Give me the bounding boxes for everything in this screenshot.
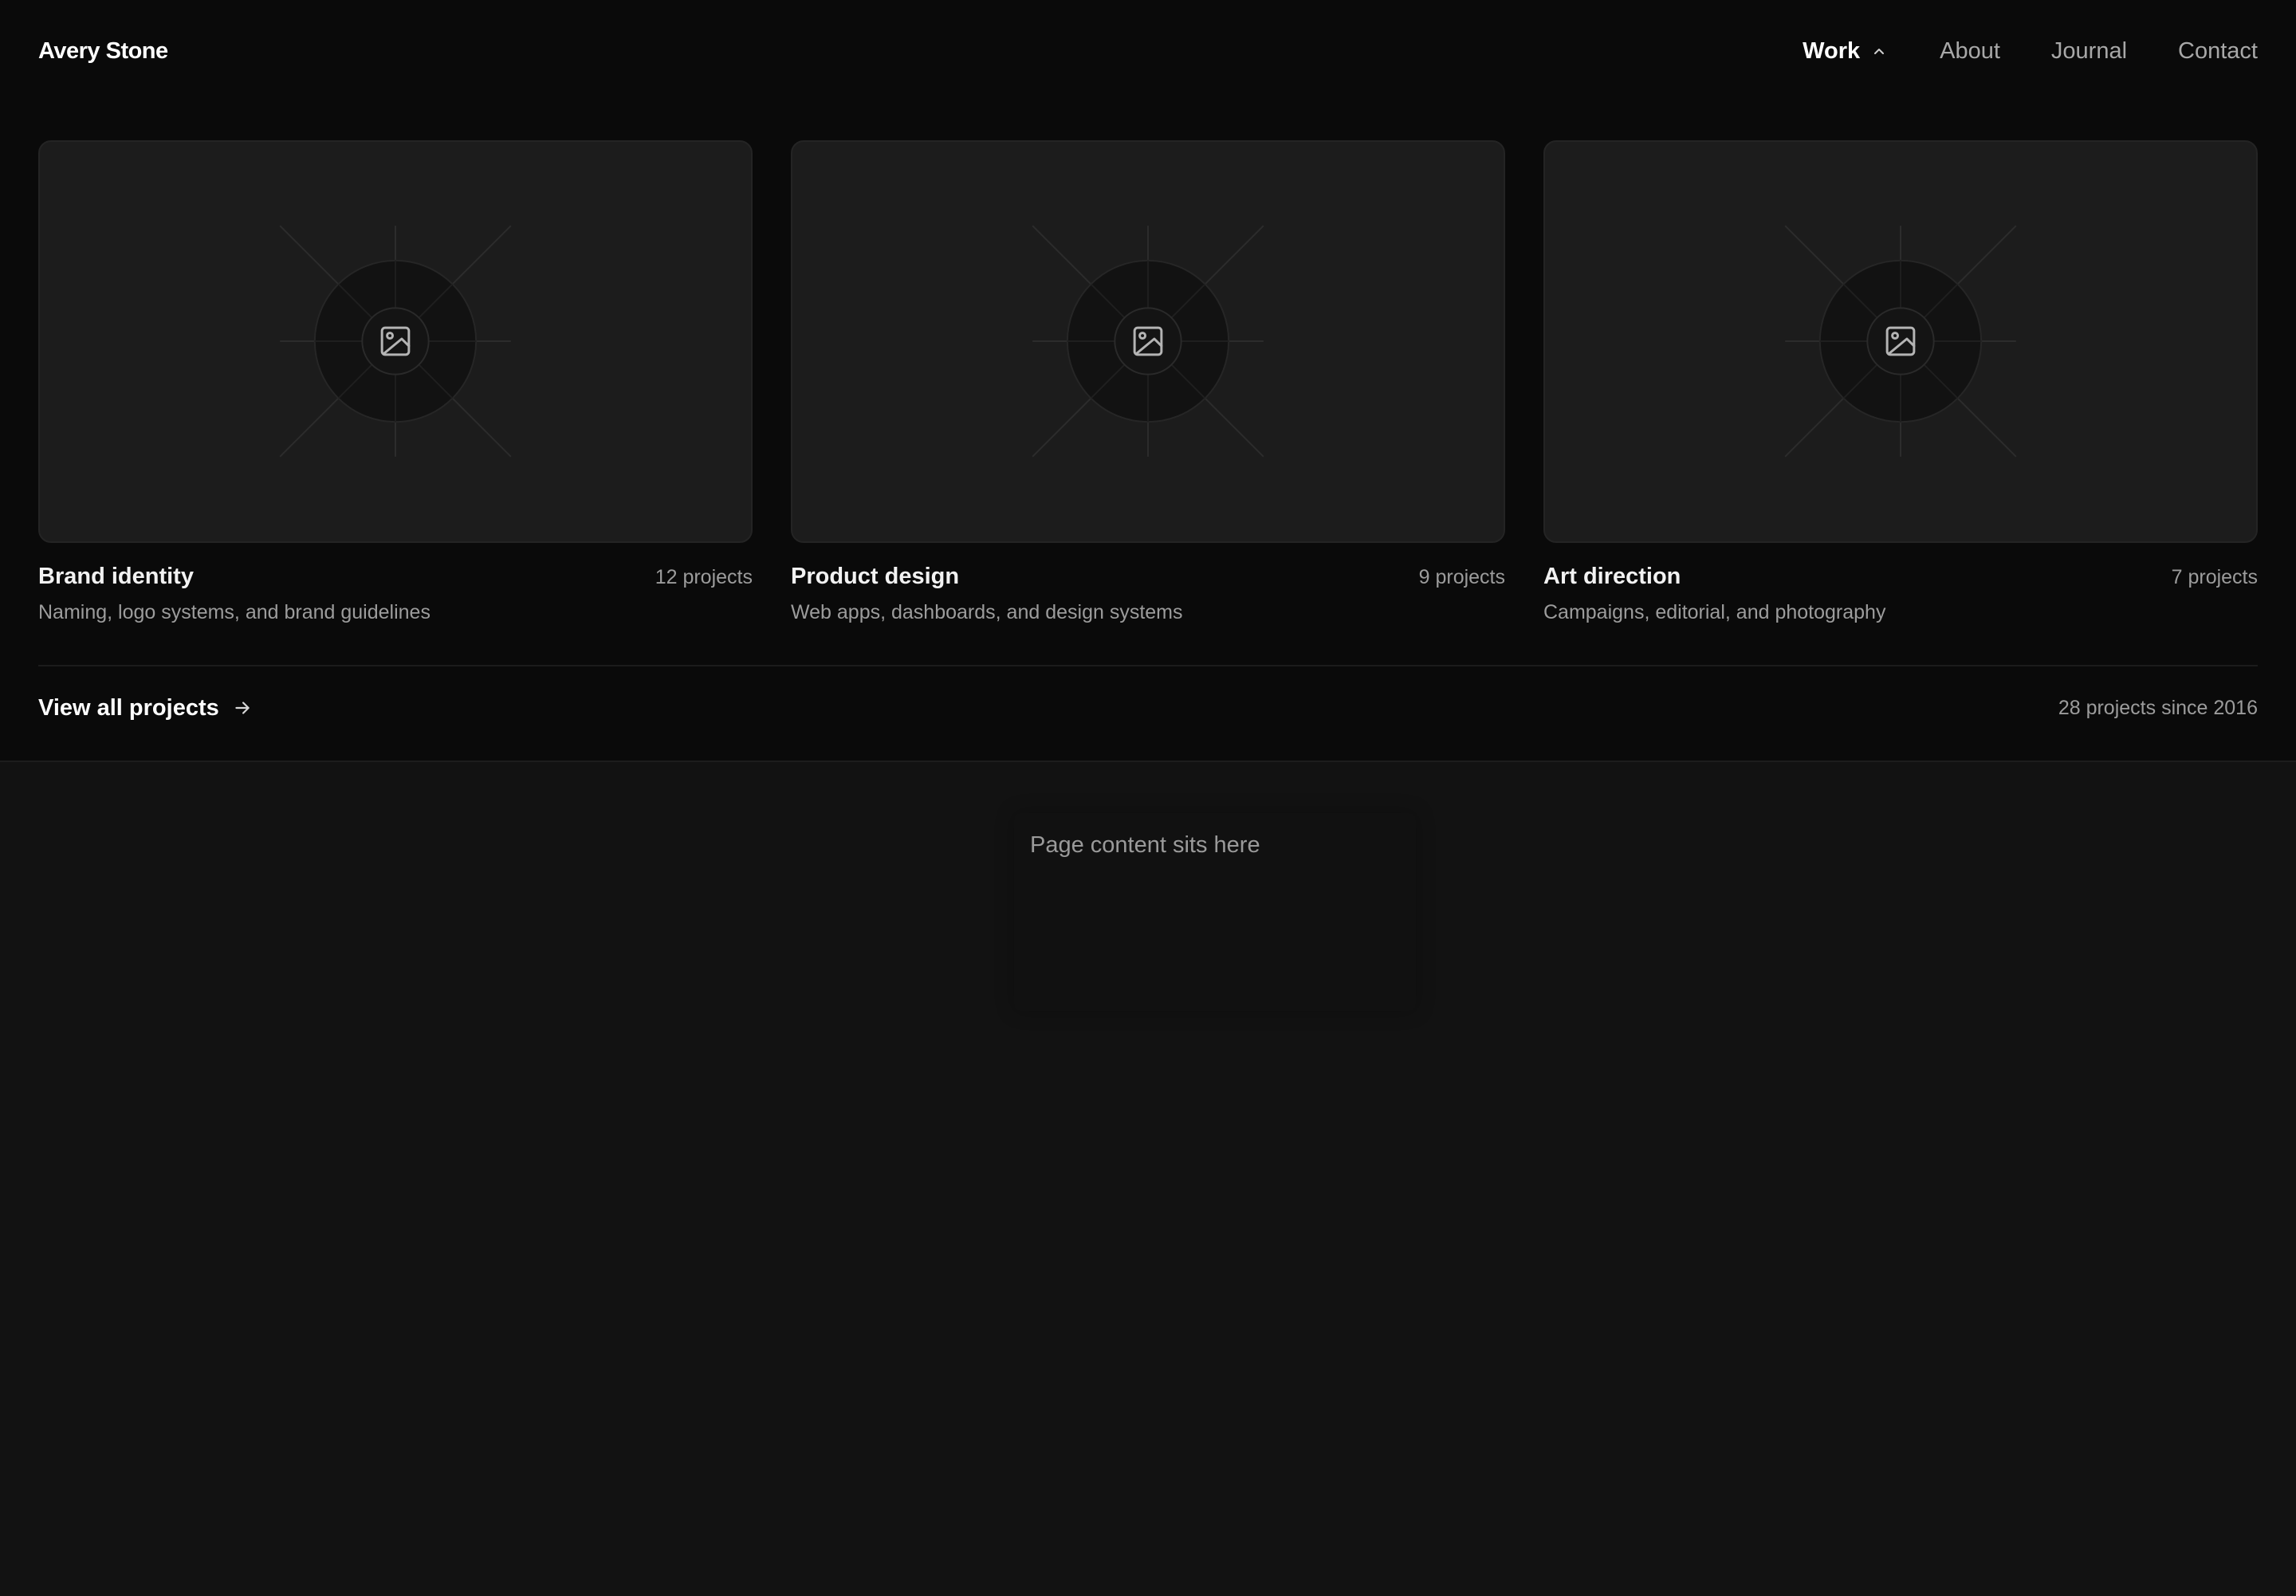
card-description: Naming, logo systems, and brand guidelin…	[38, 601, 431, 623]
card-thumbnail	[38, 140, 753, 543]
card-count: 7 projects	[2171, 566, 2258, 588]
card-description: Web apps, dashboards, and design systems	[791, 601, 1183, 623]
category-card-brand-identity[interactable]: Brand identity 12 projects Naming, logo …	[38, 140, 753, 624]
nav-item-about[interactable]: About	[1940, 35, 2000, 67]
card-thumbnail	[1543, 140, 2258, 543]
projects-summary: 28 projects since 2016	[2058, 697, 2258, 719]
card-title: Product design	[791, 564, 960, 589]
arrow-right-icon	[235, 702, 250, 714]
main-nav: Work About Journal Contact	[1803, 35, 2258, 67]
card-count: 12 projects	[655, 566, 753, 588]
nav-item-label: Contact	[2178, 38, 2258, 64]
brand-logo[interactable]: Avery Stone	[38, 35, 168, 67]
card-description: Campaigns, editorial, and photography	[1543, 601, 1886, 623]
nav-item-work[interactable]: Work	[1803, 35, 1889, 67]
nav-item-label: Journal	[2050, 38, 2128, 64]
content-placeholder-box: Page content sits here	[1014, 813, 1416, 1011]
card-count: 9 projects	[1418, 566, 1505, 588]
nav-item-contact[interactable]: Contact	[2178, 35, 2258, 67]
category-card-product-design[interactable]: Product design 9 projects Web apps, dash…	[791, 140, 1505, 624]
view-all-label: View all projects	[38, 695, 219, 721]
card-title: Art direction	[1543, 564, 1681, 589]
nav-item-label: About	[1940, 38, 2000, 64]
chevron-up-icon	[1874, 49, 1885, 54]
category-card-art-direction[interactable]: Art direction 7 projects Campaigns, edit…	[1543, 140, 2258, 624]
thumbnail-illustration	[1032, 225, 1264, 458]
divider	[38, 665, 2258, 666]
nav-item-label: Work	[1803, 38, 1861, 64]
content-placeholder-text: Page content sits here	[1030, 832, 1260, 858]
thumbnail-illustration	[279, 225, 512, 458]
category-cards: Brand identity 12 projects Naming, logo …	[38, 140, 2258, 624]
view-all-projects-link[interactable]: View all projects	[38, 692, 253, 724]
nav-item-journal[interactable]: Journal	[2051, 35, 2127, 67]
thumbnail-illustration	[1784, 225, 2017, 458]
card-title: Brand identity	[38, 564, 194, 589]
card-thumbnail	[791, 140, 1505, 543]
work-mega-menu: Avery Stone Work About Journal Contact B…	[0, 0, 2296, 762]
